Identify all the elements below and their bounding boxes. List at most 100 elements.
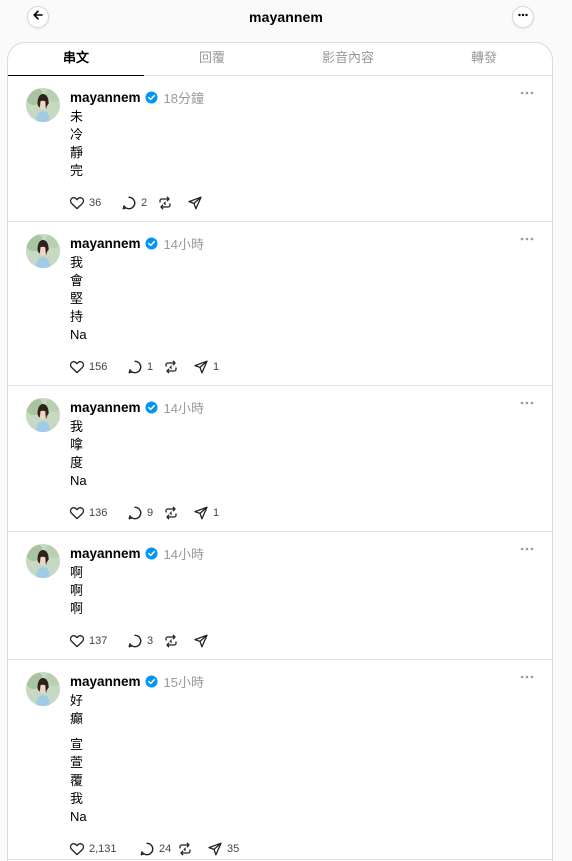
post-actions: 156 1 1: [69, 358, 219, 376]
post-text-line: 堅: [70, 291, 84, 306]
thread-post[interactable]: mayannem 14小時 我嗱度 Na 136 9 1: [8, 386, 552, 532]
send-icon: [187, 195, 203, 211]
repost-button[interactable]: [163, 359, 193, 375]
reply-count: 24: [159, 843, 172, 855]
post-text: 未冷靜完: [70, 108, 83, 180]
like-count: 2,131: [89, 843, 117, 855]
post-more-icon[interactable]: [520, 542, 534, 552]
tab-replies[interactable]: 回覆: [144, 43, 280, 75]
repost-button[interactable]: [163, 505, 193, 521]
share-button[interactable]: 1: [193, 505, 219, 521]
reply-button[interactable]: 24: [139, 841, 177, 857]
post-timestamp[interactable]: 14小時: [164, 234, 204, 253]
thread-post[interactable]: mayannem 18分鐘 未冷靜完 36 2: [8, 76, 552, 222]
username-link[interactable]: mayannem: [70, 236, 141, 251]
post-actions: 137 3: [69, 632, 213, 650]
heart-icon: [69, 195, 85, 211]
post-text-line: 靜: [70, 145, 84, 160]
post-text-line: 完: [70, 163, 84, 178]
like-button[interactable]: 2,131: [69, 841, 139, 857]
like-button[interactable]: 156: [69, 359, 127, 375]
username-link[interactable]: mayannem: [70, 90, 141, 105]
repost-icon: [163, 505, 179, 521]
tab-reposts[interactable]: 轉發: [416, 43, 552, 75]
reply-button[interactable]: 2: [121, 195, 157, 211]
post-text-line: 啊: [70, 601, 84, 616]
reply-button[interactable]: 3: [127, 633, 163, 649]
username-link[interactable]: mayannem: [70, 400, 141, 415]
share-button[interactable]: [193, 633, 213, 649]
post-timestamp[interactable]: 14小時: [164, 544, 204, 563]
tab-media[interactable]: 影音內容: [280, 43, 416, 75]
post-more-icon[interactable]: [520, 670, 534, 680]
repost-icon: [177, 841, 193, 857]
post-more-icon[interactable]: [520, 232, 534, 242]
post-more-icon[interactable]: [520, 86, 534, 96]
avatar[interactable]: [26, 234, 60, 268]
thread-post[interactable]: mayannem 15小時 好癲宣萱覆我 Na 2,131 24 35: [8, 660, 552, 860]
post-timestamp[interactable]: 18分鐘: [164, 88, 204, 107]
thread-post[interactable]: mayannem 14小時 啊啊啊 137 3: [8, 532, 552, 660]
post-text-line: 嗱: [70, 437, 84, 452]
post-text-line: 我: [70, 255, 84, 270]
post-text: 啊啊啊: [70, 564, 83, 618]
like-count: 137: [89, 635, 108, 647]
share-button[interactable]: 35: [207, 841, 239, 857]
comment-icon: [127, 359, 143, 375]
repost-button[interactable]: [157, 195, 187, 211]
repost-button[interactable]: [163, 633, 193, 649]
reply-button[interactable]: 1: [127, 359, 163, 375]
username-link[interactable]: mayannem: [70, 674, 141, 689]
profile-tabs: 串文 回覆 影音內容 轉發: [8, 43, 552, 76]
post-text-line: 我: [70, 419, 84, 434]
post-text-line: 好: [70, 693, 84, 708]
share-button[interactable]: [187, 195, 207, 211]
repost-icon: [163, 633, 179, 649]
like-count: 136: [89, 507, 108, 519]
like-button[interactable]: 136: [69, 505, 127, 521]
like-button[interactable]: 36: [69, 195, 121, 211]
avatar[interactable]: [26, 88, 60, 122]
like-count: 36: [89, 197, 102, 209]
heart-icon: [69, 633, 85, 649]
post-actions: 36 2: [69, 194, 207, 212]
post-text: 我會堅持 Na: [70, 254, 87, 344]
comment-icon: [127, 633, 143, 649]
post-header: mayannem 15小時: [70, 672, 204, 690]
post-text: 我嗱度 Na: [70, 418, 87, 490]
post-more-icon[interactable]: [520, 396, 534, 406]
comment-icon: [139, 841, 155, 857]
tab-threads[interactable]: 串文: [8, 43, 144, 76]
repost-icon: [157, 195, 173, 211]
like-button[interactable]: 137: [69, 633, 127, 649]
post-header: mayannem 14小時: [70, 544, 204, 562]
avatar[interactable]: [26, 672, 60, 706]
post-timestamp[interactable]: 15小時: [164, 672, 204, 691]
post-text-line: 啊: [70, 565, 84, 580]
ellipsis-icon: [517, 8, 529, 26]
post-timestamp[interactable]: 14小時: [164, 398, 204, 417]
post-header: mayannem 14小時: [70, 234, 204, 252]
verified-badge-icon: [145, 547, 158, 560]
avatar[interactable]: [26, 398, 60, 432]
more-options-button[interactable]: [512, 6, 534, 28]
post-text-line: 度: [70, 455, 84, 470]
post-text-line: 覆: [70, 773, 84, 788]
post-text-line: 我: [70, 791, 84, 806]
thread-post[interactable]: mayannem 14小時 我會堅持 Na 156 1 1: [8, 222, 552, 386]
reply-button[interactable]: 9: [127, 505, 163, 521]
post-header: mayannem 18分鐘: [70, 88, 204, 106]
repost-button[interactable]: [177, 841, 207, 857]
username-link[interactable]: mayannem: [70, 546, 141, 561]
repost-icon: [163, 359, 179, 375]
like-count: 156: [89, 361, 108, 373]
post-text-line: 持: [70, 309, 84, 324]
send-icon: [193, 633, 209, 649]
reply-count: 9: [147, 507, 154, 519]
comment-icon: [121, 195, 137, 211]
post-text-line: 萱: [70, 755, 84, 770]
heart-icon: [69, 359, 85, 375]
avatar[interactable]: [26, 544, 60, 578]
post-actions: 136 9 1: [69, 504, 219, 522]
share-button[interactable]: 1: [193, 359, 219, 375]
